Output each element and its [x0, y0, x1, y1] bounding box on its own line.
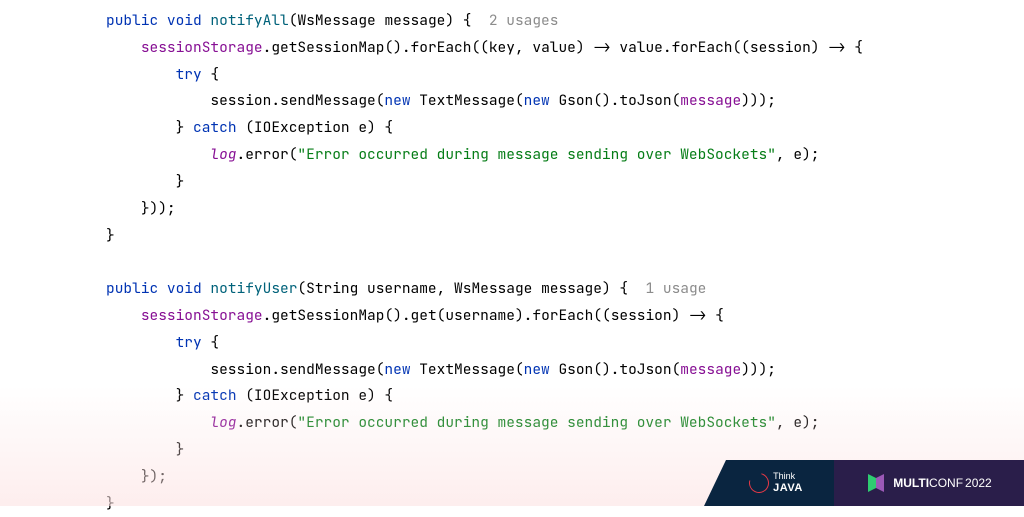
multiconf-year: 2022 [965, 476, 992, 490]
parameter: message [384, 11, 445, 30]
parameter: username [367, 279, 437, 298]
method-call: toJson [619, 360, 671, 379]
field: log [210, 145, 236, 164]
keyword: void [167, 11, 202, 30]
method-call: sendMessage [280, 360, 376, 379]
method-call: toJson [619, 91, 671, 110]
multiconf-bold: MULTI [893, 476, 929, 490]
field: sessionStorage [141, 38, 263, 57]
type: Gson [558, 91, 593, 110]
method-call: get [411, 306, 437, 325]
method-call: forEach [532, 306, 593, 325]
method-call: error [245, 413, 289, 432]
parameter: value [532, 38, 576, 57]
parameter: session [750, 38, 811, 57]
thinkjava-line1: Think [773, 472, 803, 482]
parameter: e [358, 118, 367, 137]
keyword: catch [193, 386, 237, 405]
parameter-ref: message [680, 91, 741, 110]
type: TextMessage [419, 360, 515, 379]
keyword: void [167, 279, 202, 298]
parameter: session [611, 306, 672, 325]
usage-hint: 1 usage [645, 279, 706, 298]
method-name: notifyUser [210, 279, 297, 298]
thinkjava-line2: JAVA [773, 482, 803, 494]
type: IOException [254, 386, 350, 405]
code-block: public void notifyAll(WsMessage message)… [0, 0, 1024, 517]
keyword: try [176, 65, 202, 84]
thinkjava-badge: Think JAVA [704, 460, 834, 506]
multiconf-badge: MULTICONF2022 [834, 460, 1024, 506]
multiconf-thin: CONF [929, 476, 963, 490]
type: Gson [558, 360, 593, 379]
type: WsMessage [454, 279, 532, 298]
type: TextMessage [419, 91, 515, 110]
multiconf-logo-icon [866, 472, 886, 494]
string-literal: "Error occurred during message sending o… [297, 145, 776, 164]
string-literal: "Error occurred during message sending o… [297, 413, 776, 432]
keyword: new [384, 360, 410, 379]
method-call: forEach [411, 38, 472, 57]
parameter: message [541, 279, 602, 298]
thinkjava-ring-icon [745, 469, 772, 496]
footer-badge: Think JAVA MULTICONF2022 [704, 460, 1024, 506]
keyword: new [524, 91, 550, 110]
keyword: new [384, 91, 410, 110]
parameter-ref: message [680, 360, 741, 379]
keyword: public [106, 279, 158, 298]
keyword: new [524, 360, 550, 379]
method-call: getSessionMap [271, 38, 384, 57]
method-call: sendMessage [280, 91, 376, 110]
field: sessionStorage [141, 306, 263, 325]
field: log [210, 413, 236, 432]
keyword: public [106, 11, 158, 30]
type: IOException [254, 118, 350, 137]
parameter: e [358, 386, 367, 405]
keyword: catch [193, 118, 237, 137]
usage-hint: 2 usages [489, 11, 559, 30]
type: String [306, 279, 358, 298]
parameter: key [489, 38, 515, 57]
type: WsMessage [297, 11, 375, 30]
method-call: error [245, 145, 289, 164]
method-call: forEach [672, 38, 733, 57]
keyword: try [176, 333, 202, 352]
method-name: notifyAll [210, 11, 288, 30]
method-call: getSessionMap [271, 306, 384, 325]
